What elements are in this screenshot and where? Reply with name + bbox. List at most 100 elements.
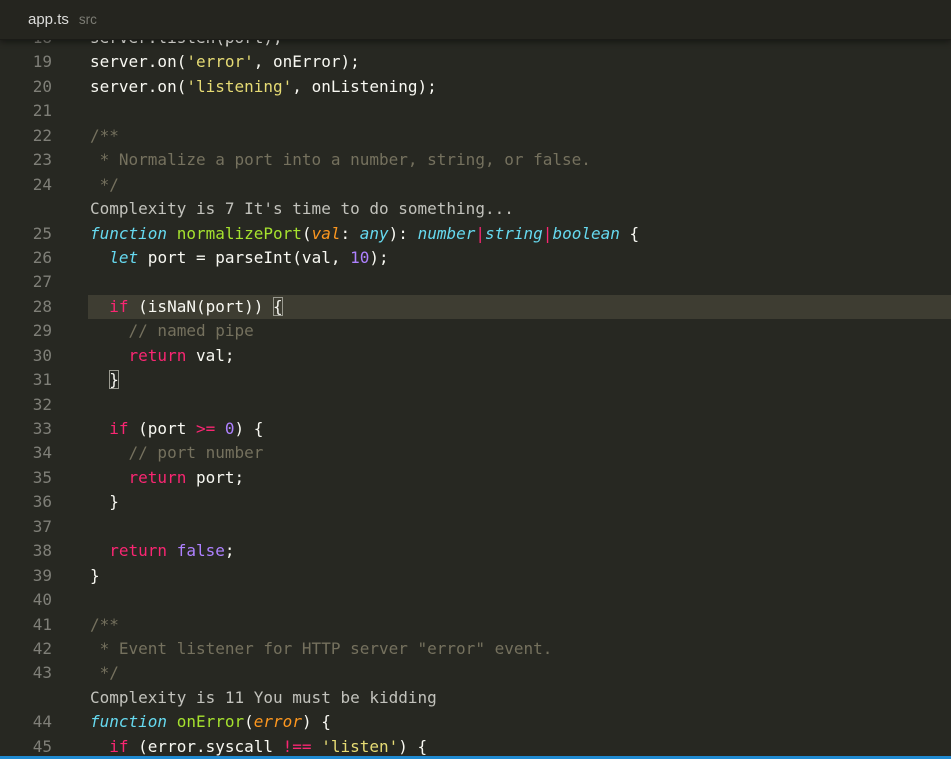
code-text[interactable]: function onError(error) { xyxy=(88,710,951,734)
line-number[interactable]: 35 xyxy=(0,466,88,490)
line-number xyxy=(0,197,88,221)
code-editor[interactable]: 18server.listen(port);19server.on('error… xyxy=(0,40,951,759)
code-line[interactable]: 28 if (isNaN(port)) { xyxy=(0,295,951,319)
code-text[interactable]: function normalizePort(val: any): number… xyxy=(88,222,951,246)
code-line[interactable]: 20server.on('listening', onListening); xyxy=(0,75,951,99)
line-number[interactable]: 38 xyxy=(0,539,88,563)
code-line[interactable]: 23 * Normalize a port into a number, str… xyxy=(0,148,951,172)
complexity-annotation-text[interactable]: Complexity is 11 You must be kidding xyxy=(88,686,951,710)
code-text[interactable]: server.on('listening', onListening); xyxy=(88,75,951,99)
code-text[interactable]: /** xyxy=(88,124,951,148)
complexity-annotation-line[interactable]: Complexity is 11 You must be kidding xyxy=(0,686,951,710)
line-number[interactable]: 37 xyxy=(0,515,88,539)
code-text[interactable]: } xyxy=(88,564,951,588)
code-text[interactable]: // named pipe xyxy=(88,319,951,343)
line-number[interactable]: 18 xyxy=(0,40,88,50)
line-number[interactable]: 39 xyxy=(0,564,88,588)
code-text[interactable]: } xyxy=(88,368,951,392)
line-number[interactable]: 41 xyxy=(0,613,88,637)
line-number[interactable]: 43 xyxy=(0,661,88,685)
line-number[interactable]: 36 xyxy=(0,490,88,514)
code-text[interactable] xyxy=(88,393,951,417)
code-text[interactable]: // port number xyxy=(88,441,951,465)
code-line[interactable]: 44function onError(error) { xyxy=(0,710,951,734)
line-number[interactable]: 31 xyxy=(0,368,88,392)
line-number[interactable]: 30 xyxy=(0,344,88,368)
code-text[interactable] xyxy=(88,99,951,123)
code-line[interactable]: 31 } xyxy=(0,368,951,392)
line-number[interactable]: 21 xyxy=(0,99,88,123)
line-number[interactable]: 27 xyxy=(0,270,88,294)
line-number[interactable]: 42 xyxy=(0,637,88,661)
code-text[interactable]: return port; xyxy=(88,466,951,490)
code-line[interactable]: 35 return port; xyxy=(0,466,951,490)
code-line[interactable]: 32 xyxy=(0,393,951,417)
line-number[interactable]: 34 xyxy=(0,441,88,465)
line-number[interactable]: 29 xyxy=(0,319,88,343)
code-line[interactable]: 42 * Event listener for HTTP server "err… xyxy=(0,637,951,661)
complexity-annotation-line[interactable]: Complexity is 7 It's time to do somethin… xyxy=(0,197,951,221)
code-line[interactable]: 33 if (port >= 0) { xyxy=(0,417,951,441)
code-text[interactable] xyxy=(88,270,951,294)
code-line[interactable]: 37 xyxy=(0,515,951,539)
code-segment xyxy=(90,419,109,438)
code-line[interactable]: 43 */ xyxy=(0,661,951,685)
line-number[interactable]: 26 xyxy=(0,246,88,270)
code-segment: | xyxy=(475,224,485,243)
code-line[interactable]: 30 return val; xyxy=(0,344,951,368)
file-tab-title[interactable]: app.ts xyxy=(28,11,69,28)
code-text[interactable]: server.on('error', onError); xyxy=(88,50,951,74)
code-segment: ( xyxy=(244,712,254,731)
code-text[interactable]: return val; xyxy=(88,344,951,368)
code-text[interactable]: */ xyxy=(88,173,951,197)
code-segment: port = parseInt(val, xyxy=(138,248,350,267)
code-line[interactable]: 19server.on('error', onError); xyxy=(0,50,951,74)
code-text[interactable]: let port = parseInt(val, 10); xyxy=(88,246,951,270)
code-segment: * Event listener for HTTP server "error"… xyxy=(90,639,552,658)
line-number[interactable]: 23 xyxy=(0,148,88,172)
code-text[interactable]: if (isNaN(port)) { xyxy=(88,295,951,319)
line-number[interactable]: 25 xyxy=(0,222,88,246)
code-segment: } xyxy=(90,566,100,585)
line-number[interactable]: 32 xyxy=(0,393,88,417)
code-text[interactable]: return false; xyxy=(88,539,951,563)
line-number[interactable]: 28 xyxy=(0,295,88,319)
code-text[interactable]: */ xyxy=(88,661,951,685)
file-tab-bar: app.ts src xyxy=(0,0,951,40)
code-line[interactable]: 27 xyxy=(0,270,951,294)
code-text[interactable]: server.listen(port); xyxy=(88,40,951,50)
code-line[interactable]: 21 xyxy=(0,99,951,123)
line-number[interactable]: 33 xyxy=(0,417,88,441)
code-line[interactable]: 40 xyxy=(0,588,951,612)
line-number[interactable]: 40 xyxy=(0,588,88,612)
line-number[interactable]: 19 xyxy=(0,50,88,74)
code-line[interactable]: 34 // port number xyxy=(0,441,951,465)
annotation-segment: Complexity is 11 You must be kidding xyxy=(90,688,437,707)
code-text[interactable]: } xyxy=(88,490,951,514)
code-line[interactable]: 29 // named pipe xyxy=(0,319,951,343)
code-line[interactable]: 24 */ xyxy=(0,173,951,197)
code-text[interactable]: * Normalize a port into a number, string… xyxy=(88,148,951,172)
code-text[interactable]: if (port >= 0) { xyxy=(88,417,951,441)
code-text[interactable]: * Event listener for HTTP server "error"… xyxy=(88,637,951,661)
code-line[interactable]: 18server.listen(port); xyxy=(0,40,951,50)
complexity-annotation-text[interactable]: Complexity is 7 It's time to do somethin… xyxy=(88,197,951,221)
code-text[interactable] xyxy=(88,588,951,612)
code-segment: >= xyxy=(196,419,215,438)
code-line[interactable]: 36 } xyxy=(0,490,951,514)
code-segment: ) { xyxy=(302,712,331,731)
code-line[interactable]: 39} xyxy=(0,564,951,588)
code-segment: function xyxy=(90,224,167,243)
code-line[interactable]: 26 let port = parseInt(val, 10); xyxy=(0,246,951,270)
code-line[interactable]: 38 return false; xyxy=(0,539,951,563)
line-number[interactable]: 24 xyxy=(0,173,88,197)
line-number[interactable]: 20 xyxy=(0,75,88,99)
code-segment: !== xyxy=(283,737,312,756)
code-text[interactable] xyxy=(88,515,951,539)
line-number[interactable]: 44 xyxy=(0,710,88,734)
code-line[interactable]: 22/** xyxy=(0,124,951,148)
line-number[interactable]: 22 xyxy=(0,124,88,148)
code-line[interactable]: 41/** xyxy=(0,613,951,637)
code-line[interactable]: 25function normalizePort(val: any): numb… xyxy=(0,222,951,246)
code-text[interactable]: /** xyxy=(88,613,951,637)
